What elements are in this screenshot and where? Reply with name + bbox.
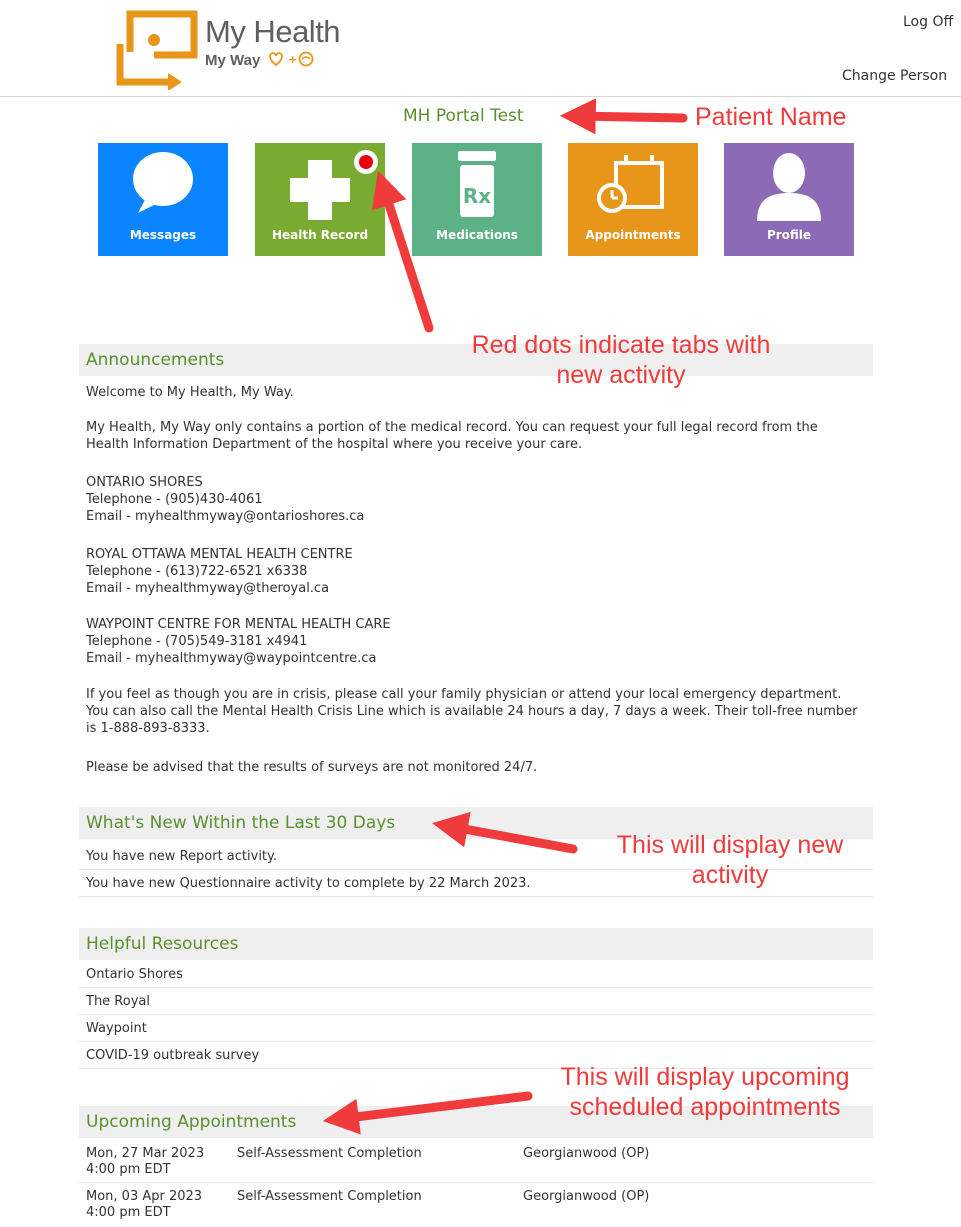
appointment-date: Mon, 27 Mar 2023 [86, 1146, 205, 1161]
logoff-link[interactable]: Log Off [903, 14, 953, 30]
annotation-new-activity: This will display new activity [595, 830, 865, 890]
tile-medications[interactable]: Rx Medications [412, 143, 542, 256]
annotation-new-activity-line1: This will display new [616, 831, 844, 859]
contact-phone: Telephone - (613)722-6521 x6338 [86, 564, 308, 579]
appointment-date: Mon, 03 Apr 2023 [86, 1189, 203, 1204]
tile-profile-label: Profile [766, 228, 812, 242]
appointment-location: Georgianwood (OP) [523, 1146, 650, 1161]
contact-email: Email - myhealthmyway@theroyal.ca [86, 581, 330, 596]
appointment-type: Self-Assessment Completion [237, 1146, 422, 1161]
app-subtitle: My Way + [205, 50, 328, 69]
speech-bubble-icon [133, 152, 193, 213]
tile-medications-label: Medications [436, 228, 518, 242]
tile-appointments[interactable]: Appointments [568, 143, 698, 256]
contact-name: ROYAL OTTAWA MENTAL HEALTH CENTRE [86, 547, 353, 562]
resources-heading: Helpful Resources [79, 928, 873, 960]
annotation-red-dots-line2: new activity [556, 361, 686, 389]
tile-health-record-label: Health Record [271, 228, 369, 242]
appointment-datetime: Mon, 27 Mar 2023 4:00 pm EDT [86, 1146, 204, 1178]
resource-link-the-royal[interactable]: The Royal [79, 988, 873, 1015]
new-activity-dot [354, 150, 378, 174]
annotation-upcoming-line2: scheduled appointments [569, 1093, 841, 1121]
annotation-upcoming: This will display upcoming scheduled app… [535, 1062, 875, 1122]
calendar-clock-icon [597, 155, 664, 213]
arrow-patient-name [559, 98, 688, 135]
annotation-red-dots-line1: Red dots indicate tabs with [471, 331, 771, 359]
header-divider [0, 96, 961, 97]
annotation-red-dots: Red dots indicate tabs with new activity [446, 330, 796, 390]
change-person-link[interactable]: Change Person [842, 68, 947, 84]
person-silhouette-icon [757, 153, 821, 221]
svg-text:+: + [288, 53, 297, 66]
announcement-surveys: Please be advised that the results of su… [86, 760, 538, 775]
contact-email: Email - myhealthmyway@ontarioshores.ca [86, 509, 365, 524]
contact-name: ONTARIO SHORES [86, 475, 203, 490]
contact-waypoint: WAYPOINT CENTRE FOR MENTAL HEALTH CARE T… [86, 616, 856, 667]
contact-phone: Telephone - (705)549-3181 x4941 [86, 634, 308, 649]
tile-messages-label: Messages [129, 228, 197, 242]
appointment-row[interactable]: Mon, 27 Mar 2023 4:00 pm EDT Self-Assess… [79, 1140, 873, 1183]
appointment-time: 4:00 pm EDT [86, 1162, 171, 1177]
contact-phone: Telephone - (905)430-4061 [86, 492, 263, 507]
app-title: My Health [205, 14, 341, 49]
patient-name: MH Portal Test [403, 106, 524, 126]
tile-health-record[interactable]: Health Record [255, 143, 385, 256]
tile-messages[interactable]: Messages [98, 143, 228, 256]
appointment-time: 4:00 pm EDT [86, 1205, 171, 1220]
appointment-row[interactable]: Mon, 03 Apr 2023 4:00 pm EDT Self-Assess… [79, 1183, 873, 1226]
annotation-patient-name: Patient Name [695, 103, 847, 131]
app-subtitle-text: My Way [205, 52, 261, 69]
tile-profile[interactable]: Profile [724, 143, 854, 256]
appointment-type: Self-Assessment Completion [237, 1189, 422, 1204]
contact-email: Email - myhealthmyway@waypointcentre.ca [86, 651, 377, 666]
announcement-crisis: If you feel as though you are in crisis,… [86, 687, 858, 736]
contact-ontario-shores: ONTARIO SHORES Telephone - (905)430-4061… [86, 474, 856, 525]
resource-link-ontario-shores[interactable]: Ontario Shores [79, 961, 873, 988]
pill-bottle-rx-icon: Rx [458, 151, 496, 217]
resource-link-waypoint[interactable]: Waypoint [79, 1015, 873, 1042]
announcement-intro: My Health, My Way only contains a portio… [86, 420, 818, 452]
svg-text:Rx: Rx [463, 184, 491, 208]
annotation-new-activity-line2: activity [691, 861, 769, 889]
annotation-upcoming-line1: This will display upcoming [560, 1063, 850, 1091]
contact-royal-ottawa: ROYAL OTTAWA MENTAL HEALTH CENTRE Teleph… [86, 546, 856, 597]
contact-name: WAYPOINT CENTRE FOR MENTAL HEALTH CARE [86, 617, 391, 632]
appointment-location: Georgianwood (OP) [523, 1189, 650, 1204]
heart-plus-brain-icon: + [269, 51, 314, 67]
appointment-datetime: Mon, 03 Apr 2023 4:00 pm EDT [86, 1189, 202, 1221]
tile-appointments-label: Appointments [585, 228, 681, 242]
